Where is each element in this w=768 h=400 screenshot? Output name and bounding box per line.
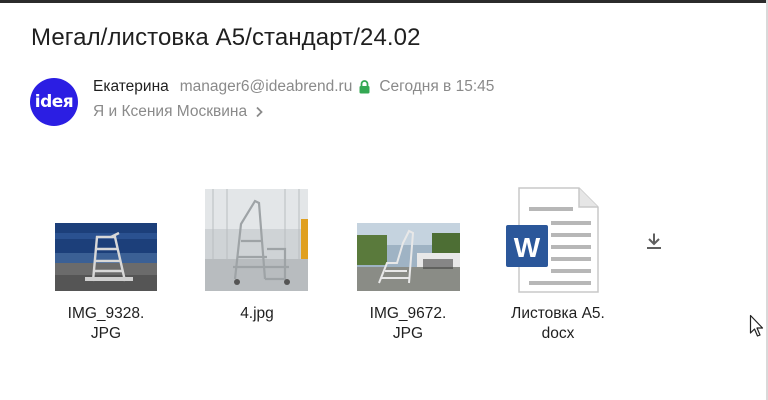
attachment-thumbnail[interactable] bbox=[357, 223, 460, 291]
sender-name[interactable]: Екатерина bbox=[93, 78, 169, 96]
download-icon[interactable] bbox=[645, 232, 663, 255]
mouse-cursor-icon bbox=[749, 314, 765, 343]
recipients-toggle[interactable]: Я и Ксения Москвина bbox=[93, 103, 263, 121]
sender-avatar[interactable]: ideя bbox=[30, 78, 78, 126]
chevron-right-icon bbox=[255, 106, 263, 118]
attachment-name[interactable]: IMG_9328. JPG bbox=[36, 304, 176, 344]
email-date: Сегодня в 15:45 bbox=[379, 78, 495, 95]
attachment-thumbnail[interactable] bbox=[55, 223, 157, 291]
lock-icon bbox=[359, 80, 370, 94]
email-subject: Мегал/листовка А5/стандарт/24.02 bbox=[31, 24, 421, 51]
word-doc-icon[interactable]: W bbox=[505, 187, 600, 293]
attachment-thumbnail[interactable] bbox=[205, 189, 308, 291]
svg-text:W: W bbox=[514, 232, 541, 263]
sender-line: Екатерина manager6@ideabrend.ru Сегодня … bbox=[93, 78, 494, 96]
window-top-border bbox=[0, 0, 768, 3]
attachment-name[interactable]: 4.jpg bbox=[187, 304, 327, 324]
attachment-name[interactable]: IMG_9672. JPG bbox=[338, 304, 478, 344]
attachment-name[interactable]: Листовка А5. docx bbox=[488, 304, 628, 344]
sender-email[interactable]: manager6@ideabrend.ru bbox=[180, 78, 353, 96]
avatar-logo-text: ideя bbox=[34, 92, 74, 112]
recipients-text: Я и Ксения Москвина bbox=[93, 103, 248, 120]
